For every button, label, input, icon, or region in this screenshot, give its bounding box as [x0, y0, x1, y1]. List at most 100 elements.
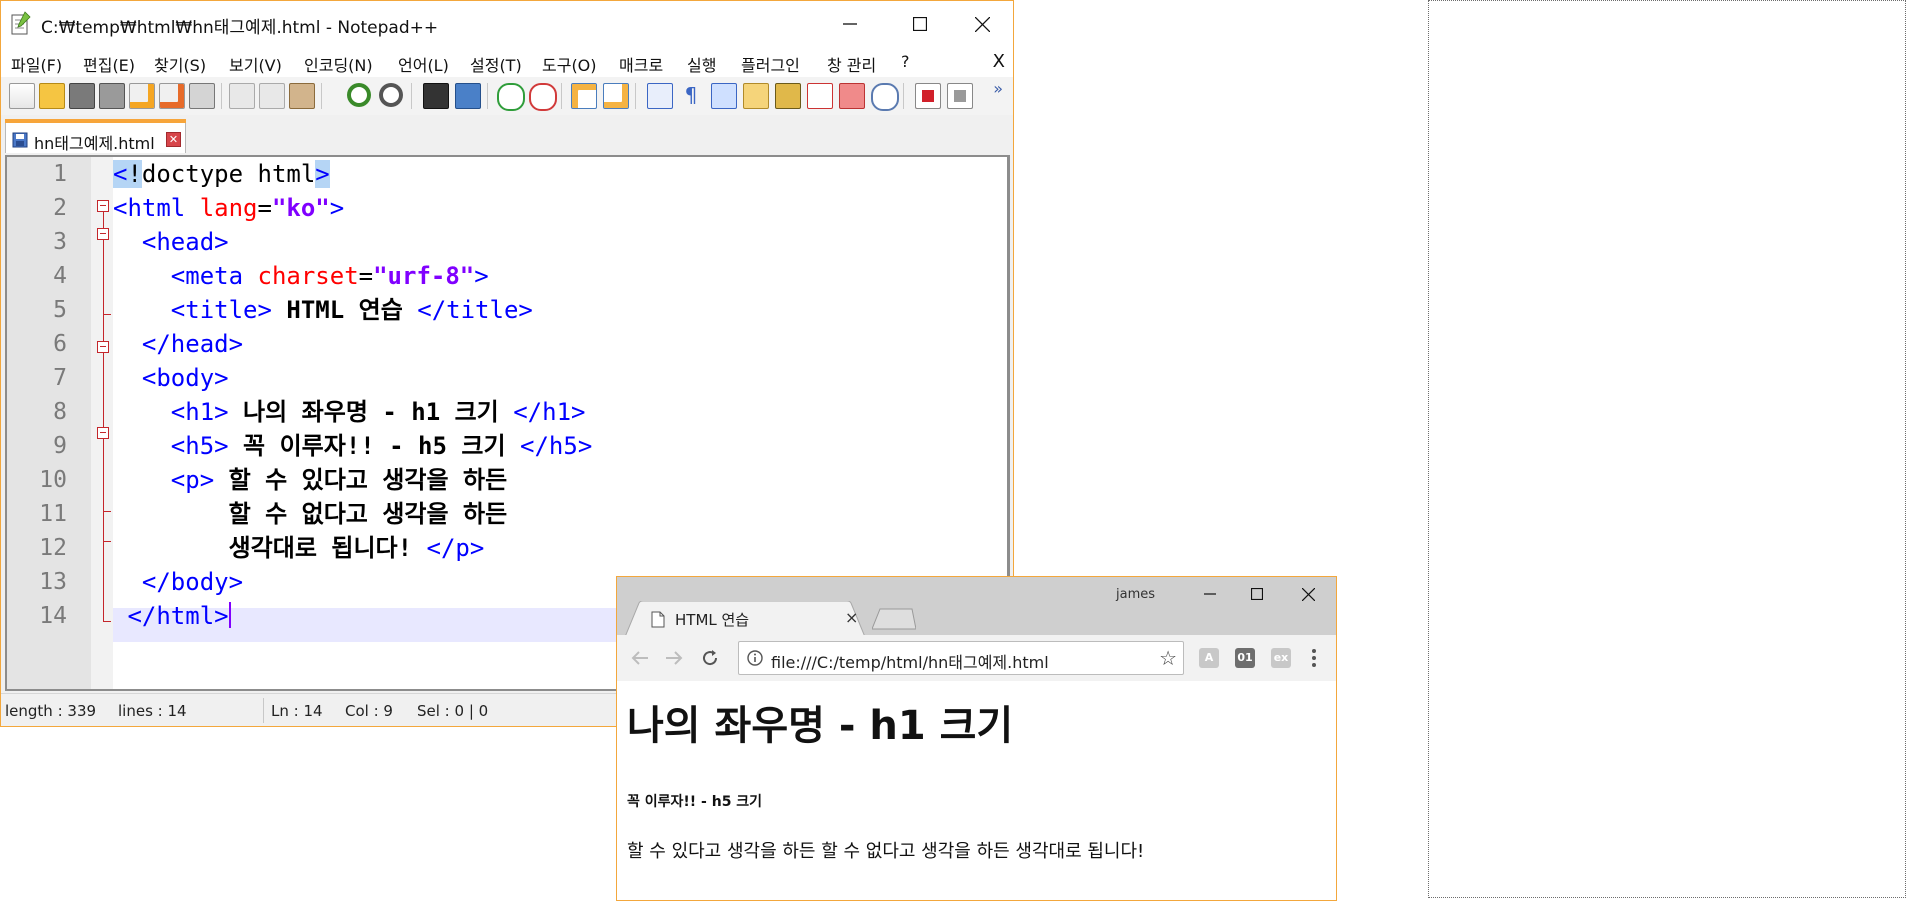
fold-line — [103, 212, 104, 621]
sync-horizontal-icon[interactable] — [603, 83, 629, 109]
toolbar-separator — [321, 83, 322, 109]
menu-plugins[interactable]: 플러그인 — [741, 52, 800, 76]
code-token: <meta — [113, 262, 258, 290]
close-all-icon[interactable] — [159, 83, 185, 109]
toolbar-separator — [635, 83, 636, 109]
menu-run[interactable]: 실행 — [687, 52, 716, 76]
status-col: Col : 9 — [345, 702, 393, 720]
redo-icon[interactable] — [379, 83, 403, 107]
menu-search[interactable]: 찾기(S) — [154, 52, 206, 76]
minimize-button[interactable] — [819, 1, 881, 47]
page-heading-h1: 나의 좌우명 - h1 크기 — [627, 703, 1014, 749]
menu-tools[interactable]: 도구(O) — [542, 52, 597, 76]
menu-edit[interactable]: 편집(E) — [83, 52, 135, 76]
code-line: <p> 할 수 있다고 생각을 하든 — [113, 463, 507, 497]
fold-toggle-body[interactable] — [97, 341, 109, 353]
close-button[interactable] — [1285, 579, 1331, 609]
code-token: lang — [199, 194, 258, 222]
address-bar[interactable]: file:///C:/temp/html/hn태그예제.html ☆ — [738, 641, 1184, 675]
code-token: 할 수 있다고 생각을 하든 — [228, 466, 508, 494]
acrobat-extension-icon[interactable]: A — [1199, 648, 1219, 668]
toolbar-separator — [487, 83, 488, 109]
monitoring-icon[interactable] — [871, 83, 899, 111]
profile-name[interactable]: james — [1116, 587, 1155, 602]
indent-guide-icon[interactable] — [711, 83, 737, 109]
tab-close-icon[interactable]: ✕ — [166, 132, 181, 147]
toolbar-separator — [561, 83, 562, 109]
gray-extension-icon[interactable]: ex — [1271, 648, 1291, 668]
record-macro-icon[interactable] — [915, 83, 941, 109]
arrow-left-icon — [631, 651, 648, 665]
paste-icon[interactable] — [289, 83, 315, 109]
folder-workspace-icon[interactable] — [839, 83, 865, 109]
fold-toggle-p[interactable] — [97, 427, 109, 439]
document-tab[interactable]: hn태그예제.html ✕ — [5, 119, 186, 153]
show-all-characters-icon[interactable]: ¶ — [679, 83, 703, 107]
binary-extension-icon[interactable]: 01 — [1235, 648, 1255, 668]
menu-encoding[interactable]: 인코딩(N) — [304, 52, 373, 76]
menu-settings[interactable]: 설정(T) — [470, 52, 522, 76]
close-button[interactable] — [951, 1, 1013, 47]
copy-icon[interactable] — [259, 83, 285, 109]
print-icon[interactable] — [189, 83, 215, 109]
code-token: 나의 좌우명 - h1 크기 — [243, 398, 499, 426]
maximize-icon — [913, 17, 927, 31]
save-icon[interactable] — [69, 83, 95, 109]
user-language-icon[interactable] — [743, 83, 769, 109]
menu-language[interactable]: 언어(L) — [398, 52, 449, 76]
replace-icon[interactable] — [455, 83, 481, 109]
browser-tab[interactable]: HTML 연습 × — [625, 601, 865, 637]
menu-view[interactable]: 보기(V) — [229, 52, 282, 76]
code-token: <html — [113, 194, 200, 222]
menu-file[interactable]: 파일(F) — [11, 52, 62, 76]
menu-bar: 파일(F) 편집(E) 찾기(S) 보기(V) 인코딩(N) 언어(L) 설정(… — [1, 47, 1013, 77]
zoom-in-icon[interactable] — [497, 83, 525, 111]
new-tab-button[interactable] — [872, 608, 916, 630]
stop-macro-icon[interactable] — [947, 83, 973, 109]
code-line: <meta charset="urf-8"> — [113, 259, 489, 293]
open-folder-icon[interactable] — [39, 83, 65, 109]
back-button[interactable] — [627, 645, 653, 671]
line-number: 3 — [53, 229, 67, 255]
code-token: <p> — [113, 466, 229, 494]
forward-button[interactable] — [661, 645, 687, 671]
dotted-frame — [1428, 0, 1906, 898]
kebab-menu-icon[interactable] — [1311, 647, 1317, 669]
fold-toggle-html[interactable] — [97, 200, 109, 212]
sync-vertical-icon[interactable] — [571, 83, 597, 109]
browser-window: HTML 연습 × james file:///C:/temp/html/hn태… — [616, 576, 1337, 901]
find-icon[interactable] — [423, 83, 449, 109]
menu-window[interactable]: 창 관리 — [827, 52, 876, 76]
zoom-out-icon[interactable] — [529, 83, 557, 111]
bookmark-star-icon[interactable]: ☆ — [1159, 646, 1177, 670]
reload-icon — [703, 650, 718, 666]
cut-icon[interactable] — [229, 83, 255, 109]
saved-file-icon — [12, 132, 28, 148]
new-file-icon[interactable] — [9, 83, 35, 109]
menu-help[interactable]: ? — [901, 52, 910, 71]
word-wrap-icon[interactable] — [647, 83, 673, 109]
maximize-button[interactable] — [1234, 579, 1280, 609]
undo-icon[interactable] — [347, 83, 371, 107]
minimize-button[interactable] — [1187, 579, 1233, 609]
line-number: 7 — [53, 365, 67, 391]
notepad-icon — [11, 11, 31, 35]
document-map-icon[interactable] — [775, 83, 801, 109]
save-all-icon[interactable] — [99, 83, 125, 109]
fold-toggle-head[interactable] — [97, 228, 109, 240]
toolbar-more-icon[interactable]: » — [993, 79, 1003, 98]
code-line: </html> — [113, 599, 231, 633]
menu-macro[interactable]: 매크로 — [619, 52, 663, 76]
reload-button[interactable] — [697, 645, 723, 671]
maximize-button[interactable] — [889, 1, 951, 47]
code-line: <body> — [113, 364, 229, 392]
function-list-icon[interactable] — [807, 83, 833, 109]
code-token: <h1> — [113, 398, 244, 426]
code-line: <head> — [113, 228, 229, 256]
browser-toolbar: file:///C:/temp/html/hn태그예제.html ☆ A 01 … — [617, 635, 1336, 682]
tab-close-icon[interactable]: × — [845, 608, 858, 627]
close-document-button[interactable]: X — [993, 51, 1005, 72]
close-file-icon[interactable] — [129, 83, 155, 109]
url-text: file:///C:/temp/html/hn태그예제.html — [771, 653, 1049, 672]
title-bar: C:₩temp₩html₩hn태그예제.html - Notepad++ — [1, 1, 1013, 47]
